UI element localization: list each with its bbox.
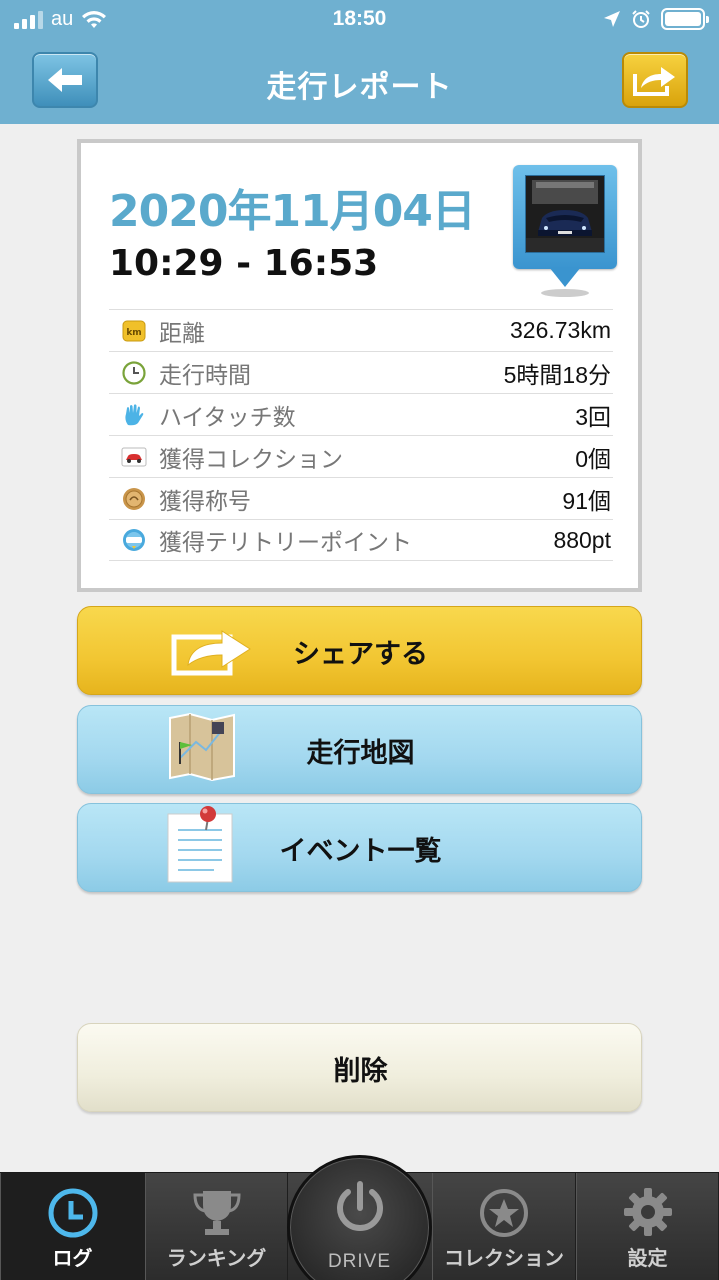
stat-value: 5時間18分 xyxy=(503,361,611,388)
hand-icon xyxy=(121,402,147,428)
stat-value: 326.73km xyxy=(509,317,611,343)
trophy-icon xyxy=(192,1191,241,1235)
page-title: 走行レポート xyxy=(266,70,453,105)
share-arrow-icon xyxy=(633,67,675,96)
tab-ranking[interactable]: ランキング xyxy=(145,1173,288,1280)
nav-header: 走行レポート xyxy=(0,40,719,124)
car-photo-pin[interactable] xyxy=(513,165,617,297)
tab-collection[interactable]: コレクション xyxy=(432,1173,576,1280)
car-card-icon xyxy=(121,444,147,470)
tab-label: ランキング xyxy=(166,1246,267,1270)
tab-label: 設定 xyxy=(627,1246,668,1270)
status-bar: au 18:50 xyxy=(0,0,719,40)
stat-row-distance: km 距離 326.73km xyxy=(109,309,613,351)
power-icon xyxy=(336,1181,383,1231)
car-photo xyxy=(525,175,605,253)
tab-label: コレクション xyxy=(444,1246,564,1270)
drive-map-button-label: 走行地図 xyxy=(306,738,415,769)
report-card: 2020年11月04日 10:29 - 16:53 km 距離 326.73km… xyxy=(77,139,642,592)
car-image-icon xyxy=(526,176,604,252)
svg-text:km: km xyxy=(126,328,141,338)
status-right xyxy=(603,8,709,30)
event-list-button-label: イベント一覧 xyxy=(279,836,442,867)
delete-button-label: 削除 xyxy=(333,1056,388,1087)
stat-row-drive-time: 走行時間 5時間18分 xyxy=(109,351,613,393)
stat-value: 0個 xyxy=(575,445,611,472)
location-arrow-icon xyxy=(604,11,620,27)
stat-label: 距離 xyxy=(159,320,205,347)
stat-value: 3回 xyxy=(575,403,611,430)
header-share-button[interactable] xyxy=(622,52,688,108)
drive-button-label: DRIVE xyxy=(327,1251,392,1272)
tab-log[interactable]: ログ xyxy=(0,1173,145,1280)
stat-row-titles: 獲得称号 91個 xyxy=(109,477,613,519)
stat-value: 91個 xyxy=(562,487,611,514)
event-list-button[interactable]: イベント一覧 xyxy=(77,803,642,892)
tab-settings[interactable]: 設定 xyxy=(576,1173,719,1280)
report-time-range: 10:29 - 16:53 xyxy=(109,243,379,284)
share-button[interactable]: シェアする xyxy=(77,606,642,695)
stat-row-territory: 獲得テリトリーポイント 880pt xyxy=(109,519,613,561)
drive-map-button[interactable]: 走行地図 xyxy=(77,705,642,794)
clock-icon xyxy=(121,360,147,386)
stat-row-high-touch: ハイタッチ数 3回 xyxy=(109,393,613,435)
delete-button[interactable]: 削除 xyxy=(77,1023,642,1112)
km-icon: km xyxy=(121,318,147,344)
stat-label: ハイタッチ数 xyxy=(159,404,296,431)
stats-list: km 距離 326.73km 走行時間 5時間18分 ハイタッチ数 3回 獲得コ… xyxy=(109,309,613,561)
battery-icon xyxy=(661,8,709,30)
pin-tip xyxy=(549,267,581,287)
stat-label: 走行時間 xyxy=(159,362,251,389)
star-icon xyxy=(480,1189,528,1237)
pin-shadow xyxy=(541,289,589,297)
share-button-label: シェアする xyxy=(293,639,428,670)
stat-label: 獲得テリトリーポイント xyxy=(159,530,412,556)
stat-label: 獲得コレクション xyxy=(159,446,343,473)
report-date: 2020年11月04日 xyxy=(109,186,476,237)
stat-value: 880pt xyxy=(553,526,611,553)
tab-label: ログ xyxy=(52,1246,93,1270)
medal-icon xyxy=(121,486,147,512)
clock-icon xyxy=(48,1188,97,1238)
stat-label: 獲得称号 xyxy=(159,488,251,515)
spot-icon xyxy=(121,527,147,553)
alarm-icon xyxy=(632,10,650,28)
gear-icon xyxy=(623,1188,672,1236)
stat-row-collection: 獲得コレクション 0個 xyxy=(109,435,613,477)
